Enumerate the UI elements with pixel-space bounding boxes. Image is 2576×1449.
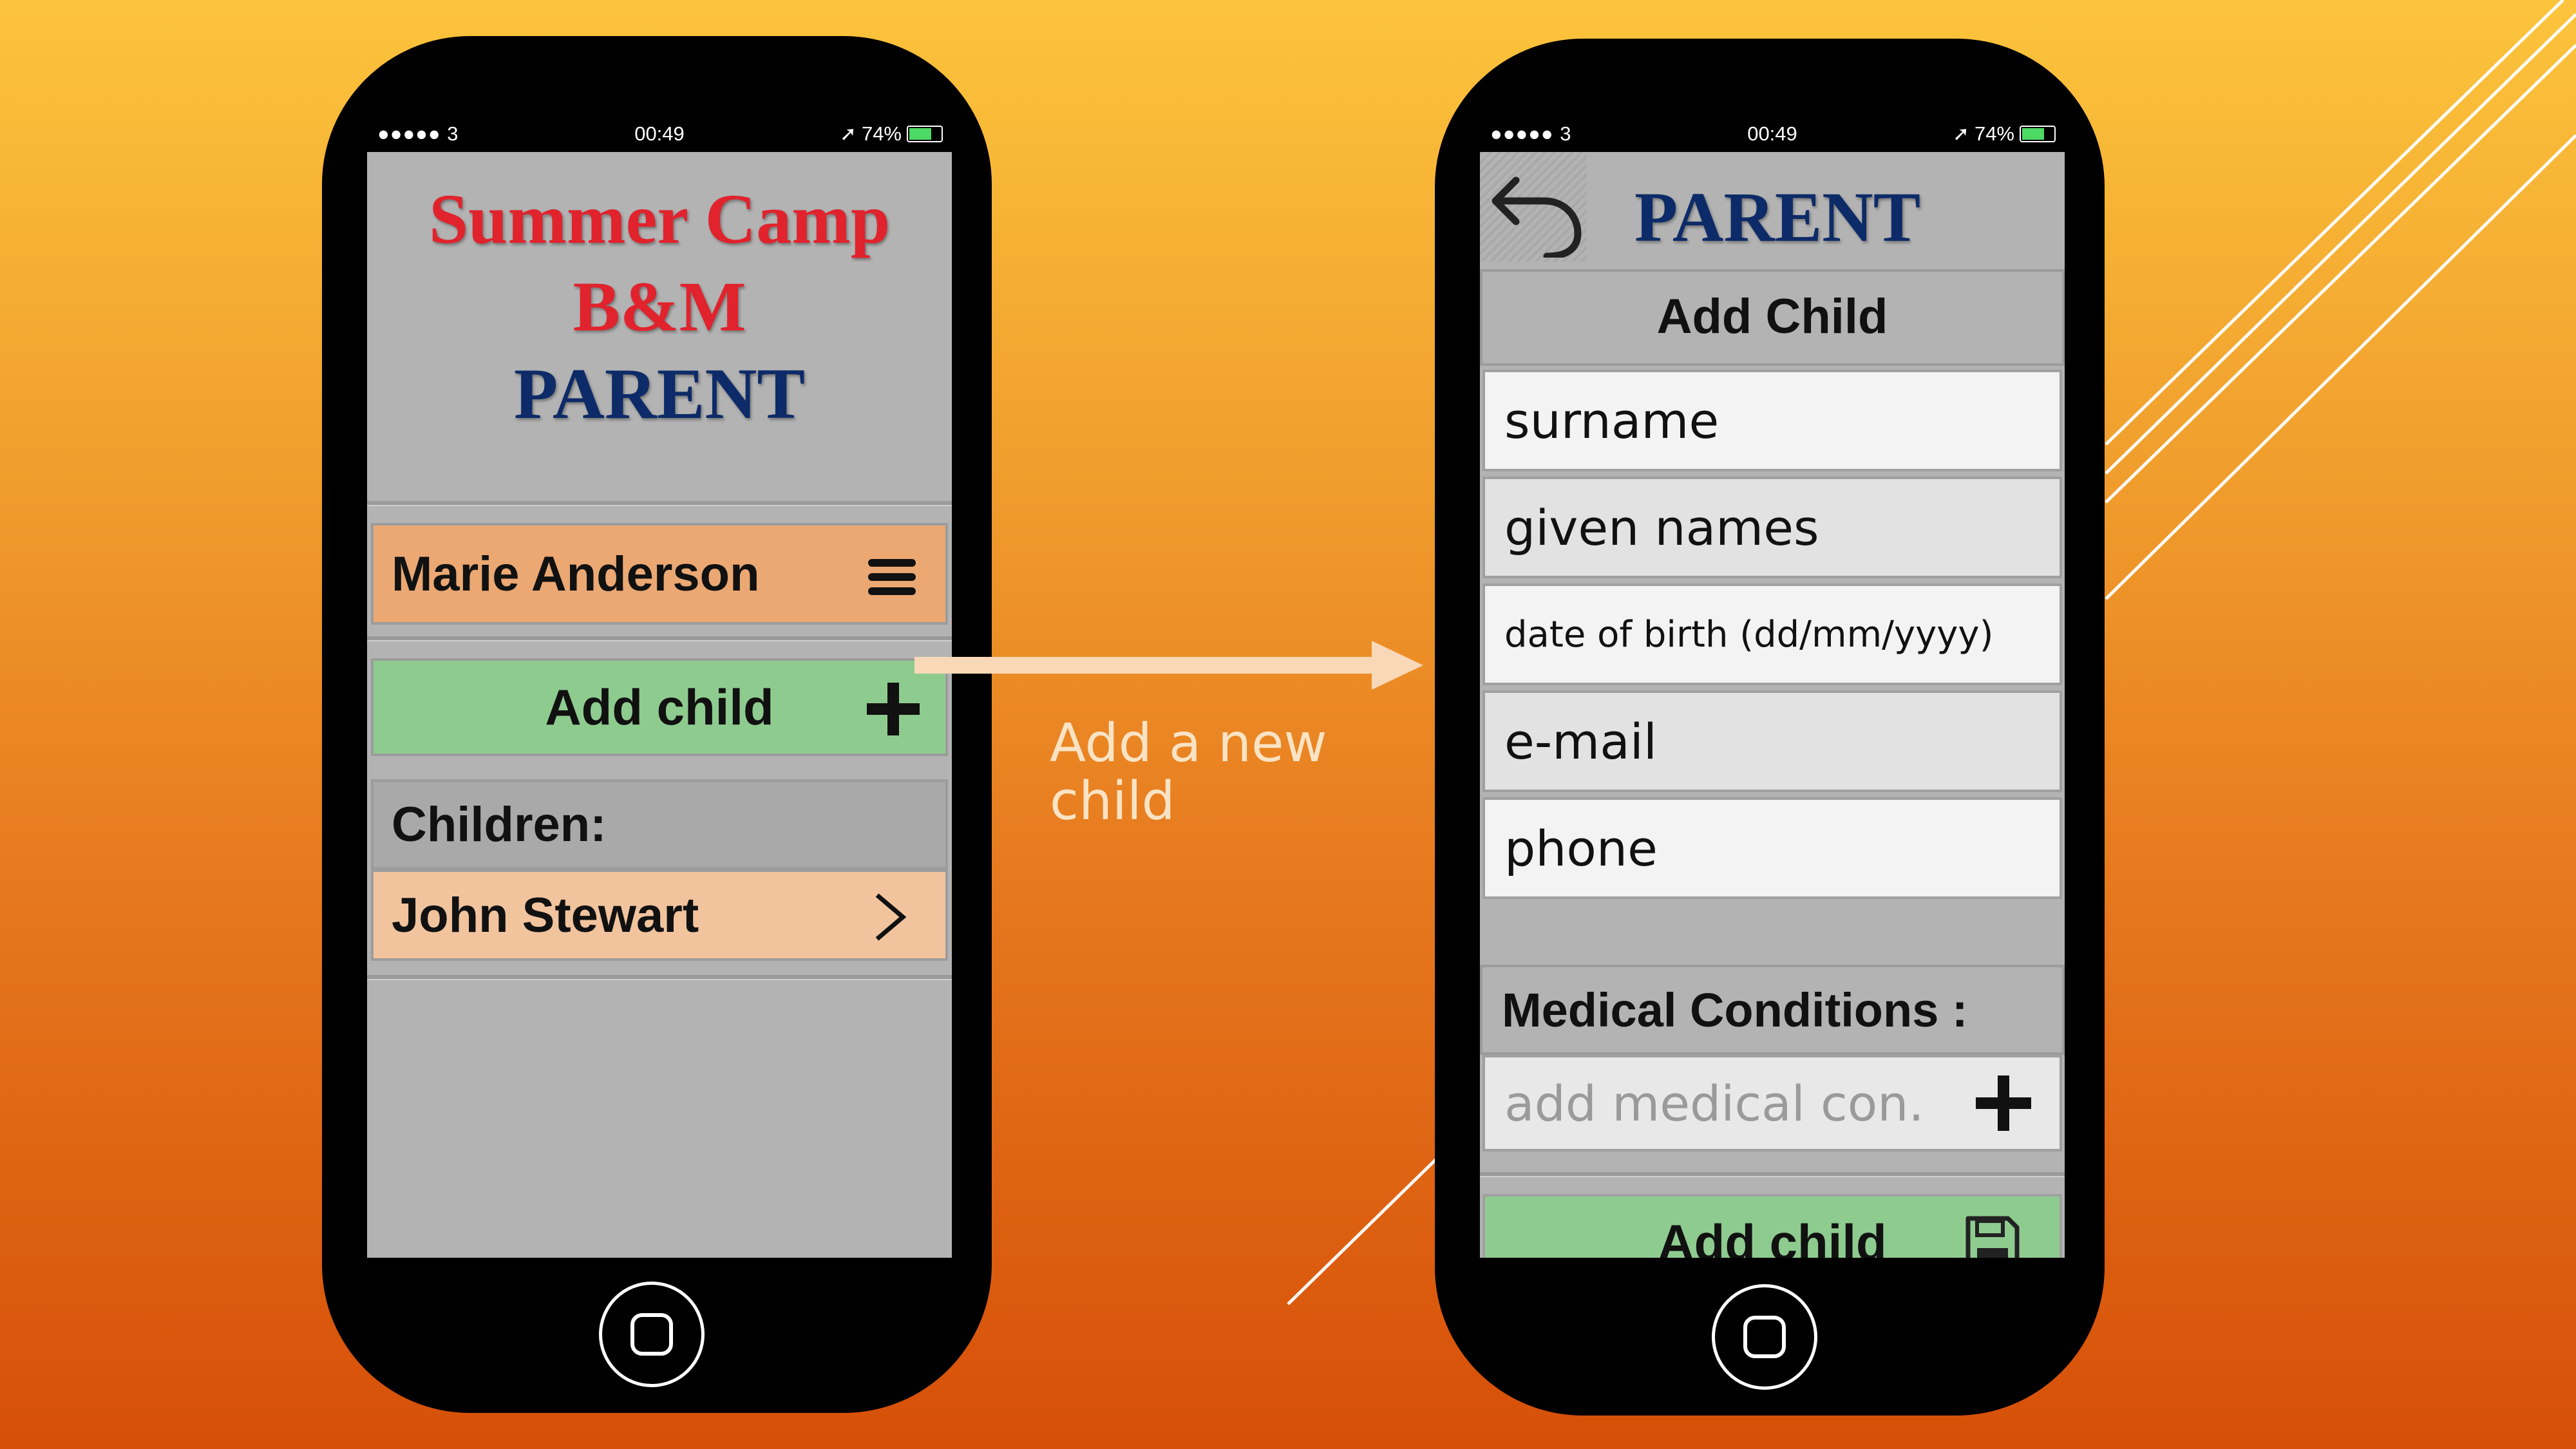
child-list-item[interactable]: John Stewart — [371, 869, 948, 961]
add-child-button[interactable]: Add child — [371, 658, 948, 756]
battery-indicator: ➚ 74% — [1953, 122, 2056, 146]
caption-line-1: Add a new — [1050, 713, 1327, 774]
chevron-right-icon — [875, 893, 907, 941]
home-button[interactable] — [1712, 1284, 1817, 1390]
annotation-caption: Add a new child — [1050, 715, 1327, 831]
add-child-screen: ●●●●● 3 00:49 ➚ 74% PARENT Add Child sur… — [1480, 116, 2065, 1258]
location-icon: ➚ — [1952, 122, 1969, 145]
phone-right: ●●●●● 3 00:49 ➚ 74% PARENT Add Child sur… — [1435, 39, 2105, 1416]
email-field[interactable]: e-mail — [1482, 690, 2062, 792]
divider — [367, 975, 952, 980]
medical-conditions-label: Medical Conditions : — [1480, 965, 2065, 1055]
add-child-save-button[interactable]: Add child — [1482, 1194, 2062, 1258]
battery-indicator: ➚ 74% — [840, 122, 943, 146]
status-bar: ●●●●● 3 00:49 ➚ 74% — [1480, 116, 2065, 152]
phone-left: ●●●●● 3 00:49 ➚ 74% Summer Camp B&M PARE… — [322, 36, 992, 1413]
user-name: Marie Anderson — [392, 546, 760, 601]
screen-header: PARENT — [1480, 152, 2065, 261]
battery-icon — [2020, 126, 2056, 142]
add-child-label: Add child — [1658, 1213, 1887, 1258]
divider — [367, 636, 952, 641]
surname-field[interactable]: surname — [1482, 370, 2062, 471]
app-title: Summer Camp B&M PARENT — [367, 175, 952, 438]
undo-back-icon[interactable] — [1482, 155, 1589, 258]
date-of-birth-field[interactable]: date of birth (dd/mm/yyyy) — [1482, 583, 2062, 685]
location-icon: ➚ — [839, 122, 857, 145]
title-line-1: Summer Camp — [428, 180, 891, 258]
children-header: Children: — [371, 779, 948, 869]
children-label: Children: — [392, 797, 607, 852]
phone-field[interactable]: phone — [1482, 797, 2062, 899]
hamburger-menu-icon[interactable] — [868, 559, 916, 595]
title-line-2: B&M — [573, 267, 746, 346]
title-line-3: PARENT — [513, 354, 806, 434]
battery-percent: 74% — [1974, 122, 2014, 145]
page-title: PARENT — [1634, 178, 1921, 256]
child-name: John Stewart — [392, 887, 699, 943]
caption-line-2: child — [1050, 771, 1175, 832]
parent-home-screen: ●●●●● 3 00:49 ➚ 74% Summer Camp B&M PARE… — [367, 116, 952, 1258]
plus-icon[interactable] — [867, 683, 920, 735]
user-row[interactable]: Marie Anderson — [371, 523, 948, 625]
battery-icon — [907, 126, 943, 142]
home-button[interactable] — [599, 1282, 705, 1387]
plus-icon[interactable] — [1976, 1075, 2031, 1131]
section-title: Add Child — [1480, 269, 2065, 366]
medical-condition-placeholder: add medical con. — [1504, 1074, 1924, 1132]
divider — [367, 501, 952, 506]
floppy-save-icon[interactable] — [1963, 1215, 2021, 1258]
divider — [1480, 1172, 2065, 1177]
given-names-field[interactable]: given names — [1482, 477, 2062, 578]
add-child-label: Add child — [545, 678, 774, 735]
status-bar: ●●●●● 3 00:49 ➚ 74% — [367, 116, 952, 152]
medical-condition-input[interactable]: add medical con. — [1482, 1055, 2062, 1151]
battery-percent: 74% — [861, 122, 902, 145]
